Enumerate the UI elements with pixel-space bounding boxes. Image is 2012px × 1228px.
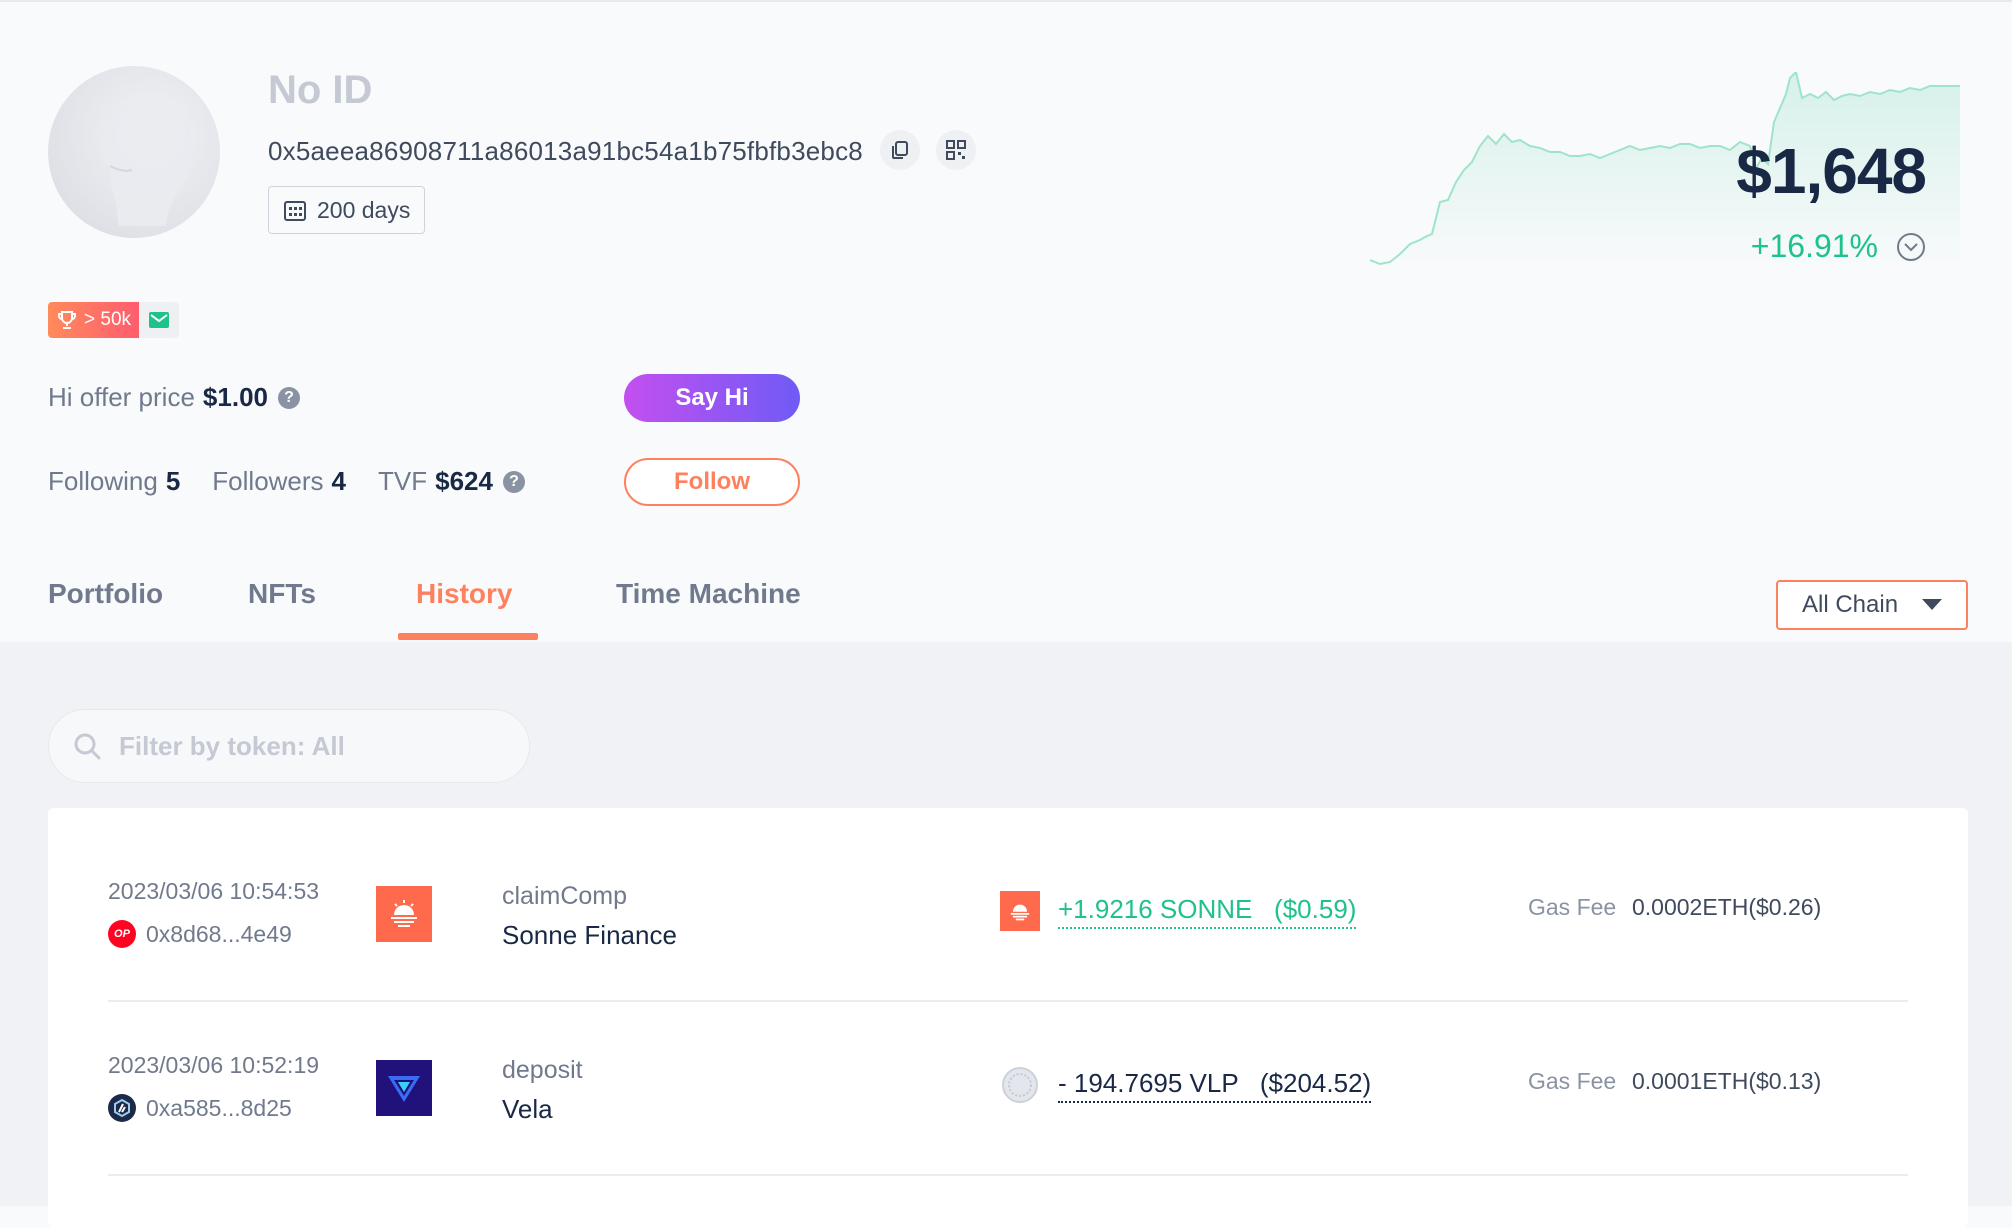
- history-row: 2023/03/06 10:54:53 OP 0x8d68...4e49 cla…: [108, 868, 1908, 1042]
- tx-action: claimComp: [502, 882, 628, 910]
- tab-time-machine[interactable]: Time Machine: [616, 578, 801, 610]
- tvf-label: TVF: [378, 466, 428, 496]
- followers-label[interactable]: Followers: [212, 466, 323, 497]
- arbitrum-chain-icon: [108, 1094, 136, 1122]
- hi-offer-value: $1.00: [202, 382, 268, 412]
- tx-address-text: 0xa585...8d25: [146, 1094, 292, 1121]
- qrcode-button[interactable]: [936, 130, 976, 170]
- avatar: [48, 66, 220, 238]
- calendar-icon: [284, 201, 306, 221]
- wallet-address[interactable]: 0x5aeea86908711a86013a91bc54a1b75fbfb3eb…: [268, 136, 863, 167]
- gas-fee-label: Gas Fee: [1528, 1068, 1617, 1094]
- arbitrum-icon: [114, 1098, 130, 1118]
- mail-badge[interactable]: [139, 302, 180, 338]
- follow-button[interactable]: Follow: [624, 458, 800, 506]
- followers-count[interactable]: 4: [332, 466, 346, 497]
- profile-name: No ID: [268, 68, 373, 112]
- tx-time: 2023/03/06 10:54:53: [108, 878, 320, 904]
- placeholder-token-icon: [1002, 1067, 1038, 1103]
- following-count[interactable]: 5: [166, 466, 180, 497]
- following-label[interactable]: Following: [48, 466, 158, 497]
- history-row: 2023/03/06 10:52:19 0xa585...8d25 deposi…: [108, 1042, 1908, 1216]
- search-icon: [74, 733, 101, 760]
- help-icon[interactable]: ?: [502, 470, 525, 493]
- sonne-token-icon: [1000, 891, 1040, 931]
- vela-icon: [388, 1076, 420, 1102]
- token-filter-input[interactable]: [117, 729, 501, 763]
- chain-select-value: All Chain: [1802, 591, 1899, 618]
- caret-down-icon: [1922, 599, 1942, 610]
- sun-icon: [391, 900, 417, 927]
- wallet-age-text: 200 days: [317, 196, 411, 223]
- tx-project[interactable]: Vela: [502, 1094, 553, 1125]
- gas-fee-value: 0.0002ETH($0.26): [1632, 894, 1822, 920]
- tx-project[interactable]: Sonne Finance: [502, 920, 677, 951]
- tx-address[interactable]: 0xa585...8d25: [108, 1094, 292, 1122]
- optimism-chain-icon: OP: [108, 920, 136, 948]
- chevron-down-icon[interactable]: [1896, 232, 1926, 262]
- mail-icon: [149, 312, 170, 328]
- tab-nfts[interactable]: NFTs: [248, 578, 316, 610]
- gas-fee-value: 0.0001ETH($0.13): [1632, 1068, 1822, 1094]
- copy-icon: [892, 141, 908, 159]
- row-divider: [108, 1174, 1908, 1176]
- tx-token-amount[interactable]: - 194.7695 VLP ($204.52): [1058, 1068, 1372, 1103]
- copy-address-button[interactable]: [880, 130, 920, 170]
- gas-fee-label: Gas Fee: [1528, 894, 1617, 920]
- tx-address-text: 0x8d68...4e49: [146, 920, 292, 947]
- trophy-icon: [58, 311, 76, 329]
- sun-icon: [1010, 904, 1030, 921]
- tab-history[interactable]: History: [416, 578, 512, 610]
- token-filter[interactable]: [48, 709, 530, 783]
- tvf-value: $624: [435, 466, 493, 496]
- tx-address[interactable]: OP 0x8d68...4e49: [108, 920, 292, 948]
- qrcode-icon: [946, 140, 966, 160]
- row-divider: [108, 1000, 1908, 1002]
- wallet-age-badge: 200 days: [268, 186, 426, 234]
- tx-time: 2023/03/06 10:52:19: [108, 1052, 320, 1078]
- tx-action: deposit: [502, 1056, 583, 1084]
- rank-badge[interactable]: > 50k: [48, 302, 140, 338]
- networth-change: +16.91%: [1750, 228, 1878, 264]
- hi-offer-label: Hi offer price: [48, 382, 195, 412]
- sonne-finance-logo-icon: [376, 886, 432, 942]
- history-list: 2023/03/06 10:54:53 OP 0x8d68...4e49 cla…: [48, 808, 1968, 1228]
- tx-token-amount[interactable]: +1.9216 SONNE ($0.59): [1058, 894, 1357, 929]
- help-icon[interactable]: ?: [278, 386, 300, 409]
- vela-logo-icon: [376, 1060, 432, 1116]
- active-tab-indicator: [398, 633, 538, 640]
- social-stats: Following 5 Followers 4 TVF $624 ?: [48, 466, 525, 497]
- avatar-silhouette-icon: [101, 101, 194, 226]
- tab-portfolio[interactable]: Portfolio: [48, 578, 163, 610]
- hi-offer-price: Hi offer price $1.00 ?: [48, 382, 300, 413]
- badges: > 50k: [48, 302, 180, 338]
- networth-value: $1,648: [1736, 135, 1927, 207]
- vlp-token-icon: [1000, 1065, 1040, 1105]
- chain-select[interactable]: All Chain: [1776, 580, 1968, 630]
- rank-badge-text: > 50k: [84, 309, 132, 330]
- say-hi-button[interactable]: Say Hi: [624, 374, 800, 422]
